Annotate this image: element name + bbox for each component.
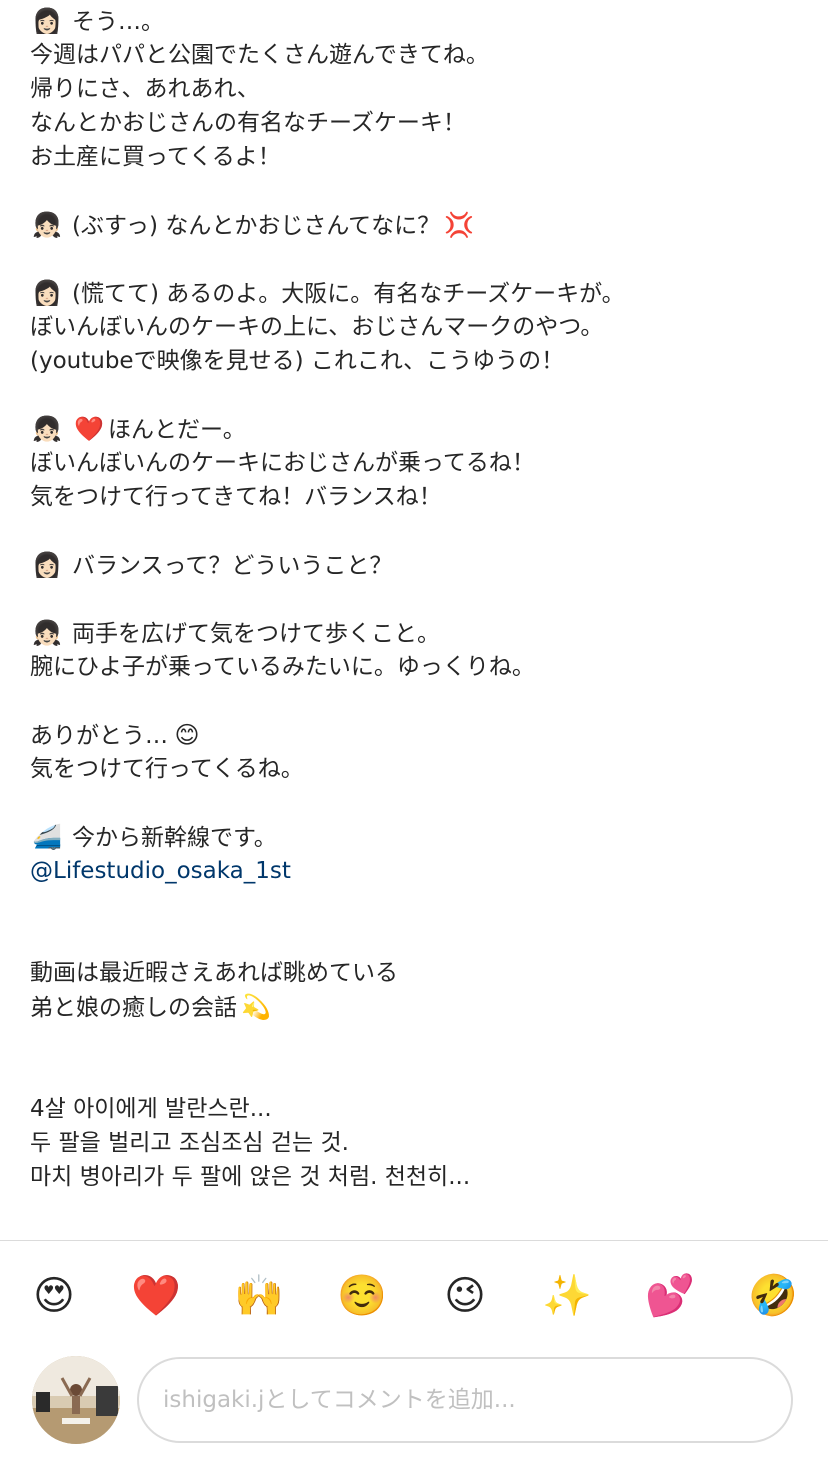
caption-line: 弟と娘の癒しの会話 💫 xyxy=(30,990,820,1024)
raised-hands-reaction-icon[interactable]: 🙌 xyxy=(229,1268,289,1324)
girl-emoji-icon: 👧🏻 xyxy=(32,619,62,647)
caption-line: 帰りにさ、あれあれ、 xyxy=(30,76,260,102)
divider xyxy=(0,1240,828,1241)
sparkles-reaction-icon[interactable]: ✨ xyxy=(537,1268,597,1324)
quick-reaction-bar: 😍 ❤️ 🙌 ☺️ 😉 ✨ 💕 🤣 xyxy=(0,1268,828,1324)
caption-line: 今週はパパと公園でたくさん遊んできてね。 xyxy=(30,42,489,68)
smile-emoji-icon: 😊 xyxy=(174,721,200,749)
post-caption: 👩🏻 そう…。 今週はパパと公園でたくさん遊んできてね。 帰りにさ、あれあれ、 な… xyxy=(30,4,820,1194)
caption-line: 気をつけて行ってくるね。 xyxy=(30,756,304,782)
two-hearts-reaction-icon[interactable]: 💕 xyxy=(640,1268,700,1324)
caption-line: 👧🏻 両手を広げて気をつけて歩くこと。 xyxy=(30,616,820,650)
anger-emoji-icon: 💢 xyxy=(444,211,475,239)
comment-input[interactable]: ishigaki.jとしてコメントを追加... xyxy=(137,1357,793,1443)
girl-emoji-icon: 👧🏻 xyxy=(32,415,62,443)
caption-line: ありがとう… 😊 xyxy=(30,718,820,752)
caption-line: なんとかおじさんの有名なチーズケーキ！ xyxy=(30,110,466,136)
heart-emoji-icon: ❤️ xyxy=(74,415,104,443)
caption-line: 👩🏻 (慌てて) あるのよ。大阪に。有名なチーズケーキが。 xyxy=(30,276,820,310)
woman-emoji-icon: 👩🏻 xyxy=(32,279,62,307)
rofl-reaction-icon[interactable]: 🤣 xyxy=(743,1268,803,1324)
bullet-train-emoji-icon: 🚄 xyxy=(32,823,62,851)
caption-line: 👧🏻 (ぶすっ) なんとかおじさんてなに？ 💢 xyxy=(30,208,820,242)
woman-emoji-icon: 👩🏻 xyxy=(32,7,62,35)
mention-link[interactable]: @Lifestudio_osaka_1st xyxy=(30,854,820,888)
heart-eyes-reaction-icon[interactable]: 😍 xyxy=(24,1268,84,1324)
caption-line: 👩🏻 そう…。 xyxy=(30,4,820,38)
caption-line: 4살 아이에게 발란스란... xyxy=(30,1096,272,1122)
caption-line: 👧🏻 ❤️ ほんとだー。 xyxy=(30,412,820,446)
caption-line: (youtubeで映像を見せる) これこれ、こうゆうの！ xyxy=(30,348,565,374)
caption-line: 🚄 今から新幹線です。 xyxy=(30,820,820,854)
caption-line: 気をつけて行ってきてね！バランスね！ xyxy=(30,484,442,510)
avatar[interactable] xyxy=(32,1356,120,1444)
caption-line: 腕にひよ子が乗っているみたいに。ゆっくりね。 xyxy=(30,654,535,680)
caption-line: ぼいんぼいんのケーキにおじさんが乗ってるね！ xyxy=(30,450,535,476)
caption-line: 動画は最近暇さえあれば眺めている xyxy=(30,960,398,986)
girl-emoji-icon: 👧🏻 xyxy=(32,211,62,239)
caption-line: ぼいんぼいんのケーキの上に、おじさんマークのやつ。 xyxy=(30,314,604,340)
caption-line: 👩🏻 バランスって？どういうこと？ xyxy=(30,548,820,582)
caption-line: お土産に買ってくるよ！ xyxy=(30,144,281,170)
dizzy-emoji-icon: 💫 xyxy=(241,993,271,1021)
smiling-face-reaction-icon[interactable]: ☺️ xyxy=(332,1268,392,1324)
avatar-photo-icon xyxy=(32,1356,120,1444)
caption-line: 마치 병아리가 두 팔에 앉은 것 처럼. 천천히... xyxy=(30,1164,471,1190)
red-heart-reaction-icon[interactable]: ❤️ xyxy=(126,1268,186,1324)
woman-emoji-icon: 👩🏻 xyxy=(32,551,62,579)
winking-face-reaction-icon[interactable]: 😉 xyxy=(435,1268,495,1324)
caption-line: 두 팔을 벌리고 조심조심 걷는 것. xyxy=(30,1130,349,1156)
